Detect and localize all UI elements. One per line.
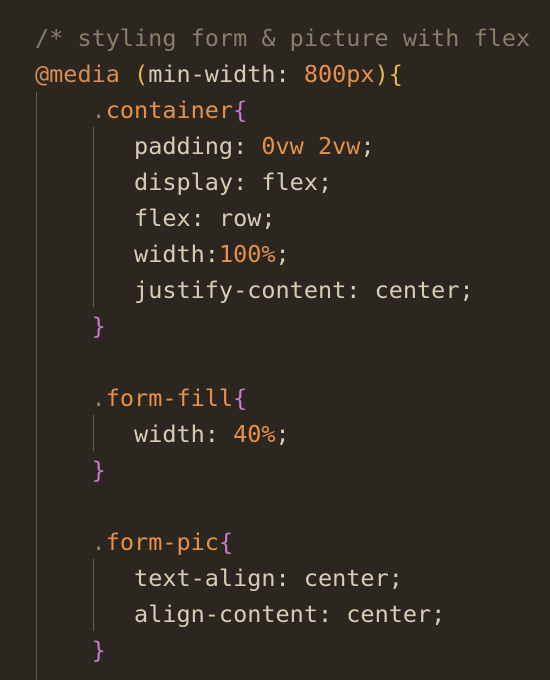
code-token-brace-inner: }	[91, 636, 106, 664]
code-token-value: row	[218, 204, 262, 232]
code-token-selector-dot: .	[91, 528, 106, 556]
code-token-property: width	[134, 240, 205, 268]
code-token-value	[35, 564, 134, 592]
code-token-property: padding	[134, 132, 234, 160]
code-token-value	[35, 636, 92, 664]
code-token-at-rule: @media	[35, 60, 120, 88]
code-token-value: ;	[459, 276, 474, 304]
code-token-property: justify-content	[134, 276, 347, 304]
code-token-value: ;	[360, 132, 375, 160]
code-token-value	[35, 420, 134, 448]
code-line[interactable]: justify-content: center;	[35, 272, 474, 308]
code-line[interactable]: padding: 0vw 2vw;	[35, 128, 375, 164]
code-token-value: ;	[388, 564, 403, 592]
code-token-number: 100%	[218, 240, 276, 268]
code-token-value	[35, 168, 134, 196]
code-token-property: display	[134, 168, 234, 196]
code-token-brace-inner: {	[233, 96, 248, 124]
code-token-number: 800px	[303, 60, 375, 88]
code-token-value: :	[275, 60, 304, 88]
code-line[interactable]: align-content: center;	[35, 596, 445, 632]
code-line[interactable]: width:100%;	[35, 236, 290, 272]
code-token-number: 40%	[233, 420, 276, 448]
code-line[interactable]: .form-fill{	[35, 380, 248, 416]
code-token-brace-inner: {	[218, 528, 234, 556]
code-token-property: width	[134, 420, 205, 448]
code-line[interactable]: }	[35, 308, 106, 344]
code-line[interactable]: text-align: center;	[35, 560, 403, 596]
code-line[interactable]: .container{	[35, 92, 248, 128]
code-token-property: min-width	[148, 60, 276, 88]
code-token-value	[35, 132, 134, 160]
code-token-property: flex	[134, 204, 191, 232]
code-token-value: :	[204, 420, 234, 448]
code-line[interactable]: }	[35, 632, 106, 668]
code-line[interactable]: .form-pic{	[35, 524, 234, 560]
code-token-value: ;	[317, 168, 333, 196]
code-line[interactable]: @media (min-width: 800px){	[35, 56, 403, 92]
code-token-selector: form-pic	[105, 528, 219, 556]
code-token-value	[35, 600, 134, 628]
code-token-value: :	[190, 204, 219, 232]
code-token-value	[35, 384, 92, 412]
code-token-paren: (	[134, 60, 149, 88]
code-line[interactable]: flex: row;	[35, 200, 276, 236]
code-token-comment: /* styling form & picture with flex	[35, 24, 531, 52]
code-token-value: ;	[275, 240, 290, 268]
code-token-value: center	[346, 600, 432, 628]
code-token-value: :	[317, 600, 347, 628]
code-token-value	[35, 240, 134, 268]
code-token-selector-dot: .	[91, 384, 106, 412]
code-token-value	[35, 204, 134, 232]
code-token-value: center	[303, 564, 389, 592]
code-token-value: ;	[431, 600, 446, 628]
code-token-value: :	[346, 276, 375, 304]
code-token-brace-inner: }	[91, 312, 106, 340]
code-line[interactable]: }	[35, 452, 106, 488]
code-token-value: flex	[261, 168, 318, 196]
code-line[interactable]: /* styling form & picture with flex	[35, 20, 530, 56]
code-token-property: text-align	[134, 564, 276, 592]
code-token-value	[35, 312, 92, 340]
code-token-value	[120, 60, 134, 88]
code-line[interactable]: width: 40%;	[35, 416, 290, 452]
code-token-brace-outer: {	[388, 60, 403, 88]
code-token-selector-dot: .	[91, 96, 106, 124]
code-token-brace-inner: }	[91, 456, 106, 484]
code-token-value	[35, 456, 92, 484]
code-token-value	[35, 276, 134, 304]
code-token-value: :	[233, 168, 262, 196]
code-editor[interactable]: /* styling form & picture with flex @medi…	[0, 0, 550, 680]
code-line[interactable]: display: flex;	[35, 164, 332, 200]
code-token-property: align-content	[134, 600, 318, 628]
code-token-selector: container	[105, 96, 234, 124]
code-token-paren: )	[374, 60, 389, 88]
code-token-brace-inner: {	[233, 384, 248, 412]
code-token-value: :	[204, 240, 219, 268]
code-token-value: center	[374, 276, 460, 304]
code-token-value: ;	[275, 420, 290, 448]
code-token-number: 0vw 2vw	[261, 132, 361, 160]
code-token-value: :	[275, 564, 304, 592]
code-token-value: ;	[261, 204, 276, 232]
code-token-selector: form-fill	[105, 384, 234, 412]
code-token-value	[35, 528, 92, 556]
code-token-value: :	[233, 132, 262, 160]
code-token-value	[35, 96, 92, 124]
